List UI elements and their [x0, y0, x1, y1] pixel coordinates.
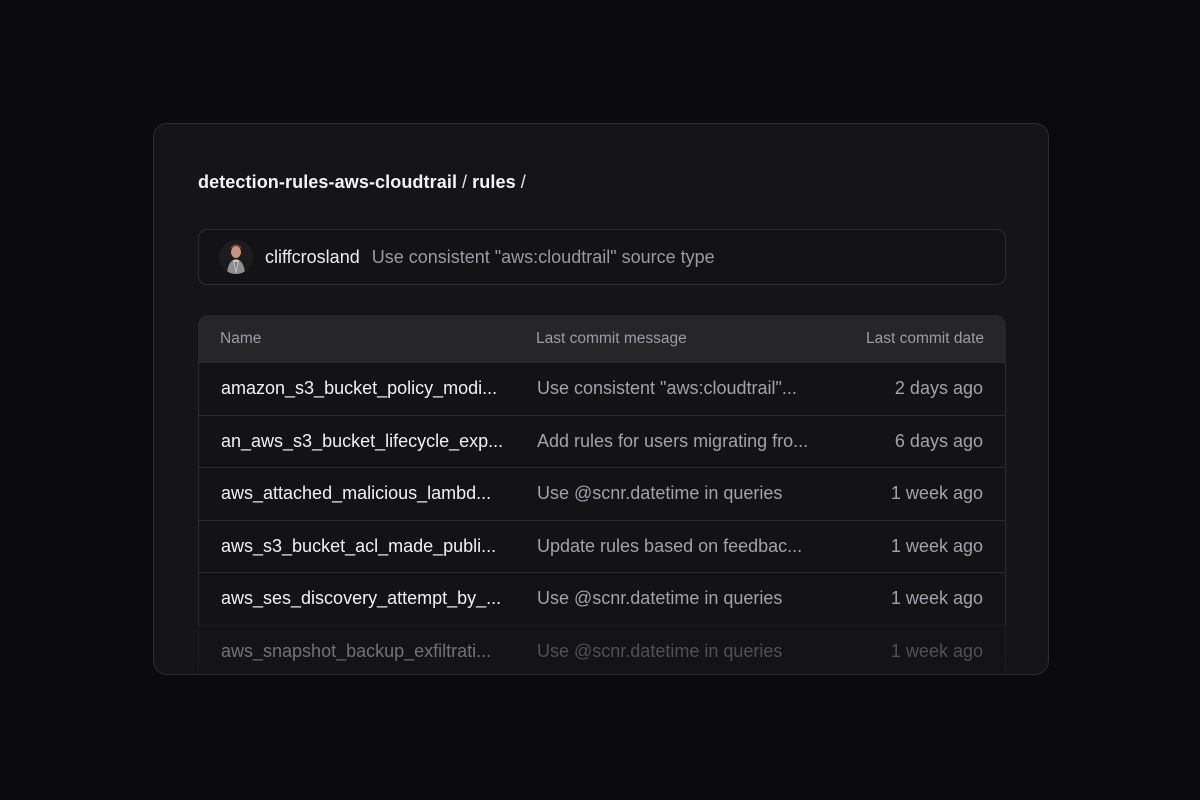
- latest-commit-bar[interactable]: cliffcrosland Use consistent "aws:cloudt…: [198, 229, 1006, 285]
- commit-date: 2 days ago: [894, 378, 983, 399]
- commit-date: 1 week ago: [890, 483, 983, 504]
- commit-message-link[interactable]: Use consistent "aws:cloudtrail"...: [537, 378, 837, 399]
- file-name-link[interactable]: aws_attached_malicious_lambd...: [221, 483, 517, 504]
- table-row[interactable]: aws_attached_malicious_lambd... Use @scn…: [198, 467, 1006, 520]
- file-name-link[interactable]: aws_snapshot_backup_exfiltrati...: [221, 641, 517, 662]
- breadcrumb-folder-link[interactable]: rules: [472, 172, 516, 192]
- file-name-link[interactable]: amazon_s3_bucket_policy_modi...: [221, 378, 517, 399]
- commit-message-link[interactable]: Use @scnr.datetime in queries: [537, 641, 837, 662]
- breadcrumb: detection-rules-aws-cloudtrail / rules /: [198, 172, 531, 193]
- file-name-link[interactable]: aws_ses_discovery_attempt_by_...: [221, 588, 517, 609]
- column-header-message: Last commit message: [536, 329, 687, 347]
- table-row[interactable]: amazon_s3_bucket_policy_modi... Use cons…: [198, 362, 1006, 415]
- breadcrumb-separator: /: [462, 172, 468, 192]
- commit-message-link[interactable]: Use @scnr.datetime in queries: [537, 483, 837, 504]
- commit-date: 1 week ago: [890, 535, 983, 556]
- column-header-name: Name: [220, 329, 262, 347]
- table-row[interactable]: aws_snapshot_backup_exfiltrati... Use @s…: [198, 624, 1006, 674]
- commit-message-link[interactable]: Add rules for users migrating fro...: [537, 431, 837, 452]
- breadcrumb-separator: /: [520, 172, 526, 192]
- commit-message-link[interactable]: Update rules based on feedbac...: [537, 536, 837, 557]
- commit-message-link[interactable]: Use @scnr.datetime in queries: [537, 588, 837, 609]
- commit-message[interactable]: Use consistent "aws:cloudtrail" source t…: [372, 247, 715, 268]
- file-name-link[interactable]: aws_s3_bucket_acl_made_publi...: [221, 536, 517, 557]
- table-header: Name Last commit message Last commit dat…: [198, 315, 1006, 362]
- table-row[interactable]: an_aws_s3_bucket_lifecycle_exp... Add ru…: [198, 414, 1006, 467]
- commit-date: 6 days ago: [894, 430, 983, 451]
- repository-panel: detection-rules-aws-cloudtrail / rules / cl…: [153, 123, 1049, 675]
- commit-date: 1 week ago: [890, 640, 983, 661]
- commit-date: 1 week ago: [890, 588, 983, 609]
- table-row[interactable]: aws_s3_bucket_acl_made_publi... Update r…: [198, 519, 1006, 572]
- commit-author[interactable]: cliffcrosland: [265, 247, 360, 268]
- breadcrumb-repo-link[interactable]: detection-rules-aws-cloudtrail: [198, 172, 457, 192]
- table-row[interactable]: aws_ses_discovery_attempt_by_... Use @sc…: [198, 572, 1006, 625]
- file-name-link[interactable]: an_aws_s3_bucket_lifecycle_exp...: [221, 431, 517, 452]
- avatar[interactable]: [219, 240, 253, 274]
- files-table: Name Last commit message Last commit dat…: [198, 315, 1006, 674]
- column-header-date: Last commit date: [865, 329, 984, 347]
